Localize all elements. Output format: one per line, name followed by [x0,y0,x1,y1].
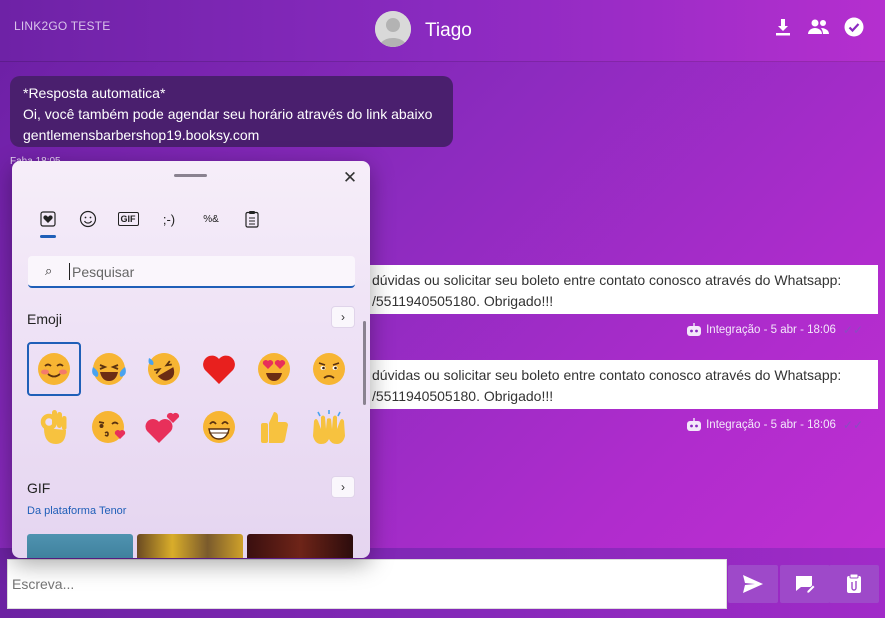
smiling-face-icon [38,353,70,385]
message-meta-text: Integração - 5 abr - 18:06 [706,419,836,431]
heart-icon [40,211,56,227]
search-icon: ⌕ [45,263,53,278]
double-check-icon: ✓✓ [842,418,863,432]
avatar[interactable] [375,11,411,47]
emoji-ok-hand[interactable] [27,400,81,454]
emoji-tears-of-joy[interactable] [82,342,136,396]
message-line: gentlemensbarbershop19.booksy.com [23,127,260,143]
message-line: /5511940505180. Obrigado!!! [372,293,554,309]
gif-thumbnail[interactable] [137,534,243,558]
clipboard-icon [245,211,259,228]
emoji-rofl[interactable] [137,342,191,396]
emoji-kiss-heart[interactable] [82,400,136,454]
attachment-icon [847,573,861,593]
send-button[interactable] [728,565,778,603]
emoji-red-heart[interactable] [192,342,246,396]
tears-of-joy-icon [92,353,126,385]
message-line: *Resposta automatica* [23,85,166,101]
red-heart-icon [203,355,235,384]
gif-thumbnail[interactable] [247,534,353,558]
message-line: dúvidas ou solicitar seu boleto entre co… [372,367,842,383]
check-circle-icon[interactable] [844,17,866,39]
symbols-icon: %& [203,213,219,225]
message-meta: Integração - 5 abr - 18:06 ✓✓ [686,323,863,337]
message-meta-text: Integração - 5 abr - 18:06 [706,324,836,336]
drag-handle[interactable] [174,174,207,177]
message-meta: Integração - 5 abr - 18:06 ✓✓ [686,418,863,432]
two-hearts-icon [145,412,180,443]
frowning-face-icon [313,353,345,385]
emoji-raising-hands[interactable] [302,400,356,454]
face-blowing-kiss-icon [92,411,126,443]
send-icon [743,575,763,593]
grinning-face-icon [203,411,235,443]
quick-reply-button[interactable] [780,565,830,603]
attach-button[interactable] [829,565,879,603]
gif-more-button[interactable]: › [331,476,355,498]
text-caret [69,263,70,280]
emoji-grinning[interactable] [192,400,246,454]
message-line: /5511940505180. Obrigado!!! [372,388,554,404]
contact-name: Tiago [425,20,472,41]
emoji-thumbs-up[interactable] [247,400,301,454]
emoji-picker: ✕ GIF ;-) %& ⌕ Pesquisar Emoji › GIF › D… [12,161,370,558]
person-icon [375,11,411,47]
tab-emoji[interactable] [75,207,101,231]
outgoing-message: dúvidas ou solicitar seu boleto entre co… [360,265,878,314]
tab-kaomoji[interactable]: ;-) [156,207,182,231]
tab-gif-label: GIF [117,212,139,226]
message-line: Oi, você também pode agendar seu horário… [23,106,433,122]
incoming-message: *Resposta automatica* Oi, você também po… [10,76,453,147]
tab-symbols[interactable]: %& [198,207,224,231]
gif-source-link[interactable]: Da plataforma Tenor [27,505,126,517]
message-input[interactable] [7,559,727,609]
double-check-icon: ✓✓ [842,323,863,337]
gif-thumbnail[interactable] [27,534,133,558]
heart-eyes-icon [258,353,290,385]
tab-clipboard[interactable] [239,207,265,231]
top-bar: LINK2GO TESTE Tiago [0,0,885,62]
tab-kaomoji-label: ;-) [162,211,176,227]
chat-edit-icon [796,576,816,594]
tab-gif[interactable]: GIF [115,207,141,231]
raising-hands-icon [313,410,345,444]
group-icon[interactable] [807,17,829,39]
active-tab-indicator [40,235,56,238]
close-icon[interactable]: ✕ [341,169,359,187]
robot-icon [687,418,702,431]
search-placeholder: Pesquisar [72,264,135,280]
tab-favorites[interactable] [35,207,61,231]
robot-icon [687,323,702,336]
emoji-smiling-blush[interactable] [27,342,81,396]
outgoing-message: dúvidas ou solicitar seu boleto entre co… [360,360,878,409]
gif-section-title: GIF [27,480,51,496]
rofl-icon [148,353,180,385]
emoji-frowning[interactable] [302,342,356,396]
download-icon[interactable] [773,17,795,39]
scrollbar[interactable] [363,321,366,405]
thumbs-up-icon [261,412,288,443]
emoji-two-hearts[interactable] [137,400,191,454]
message-line: dúvidas ou solicitar seu boleto entre co… [372,272,842,288]
emoji-heart-eyes[interactable] [247,342,301,396]
ok-hand-icon [40,410,67,444]
brand-label: LINK2GO TESTE [14,19,111,33]
emoji-more-button[interactable]: › [331,306,355,328]
search-input[interactable]: ⌕ Pesquisar [28,256,355,288]
emoji-section-title: Emoji [27,311,63,327]
smiley-icon [79,210,97,228]
